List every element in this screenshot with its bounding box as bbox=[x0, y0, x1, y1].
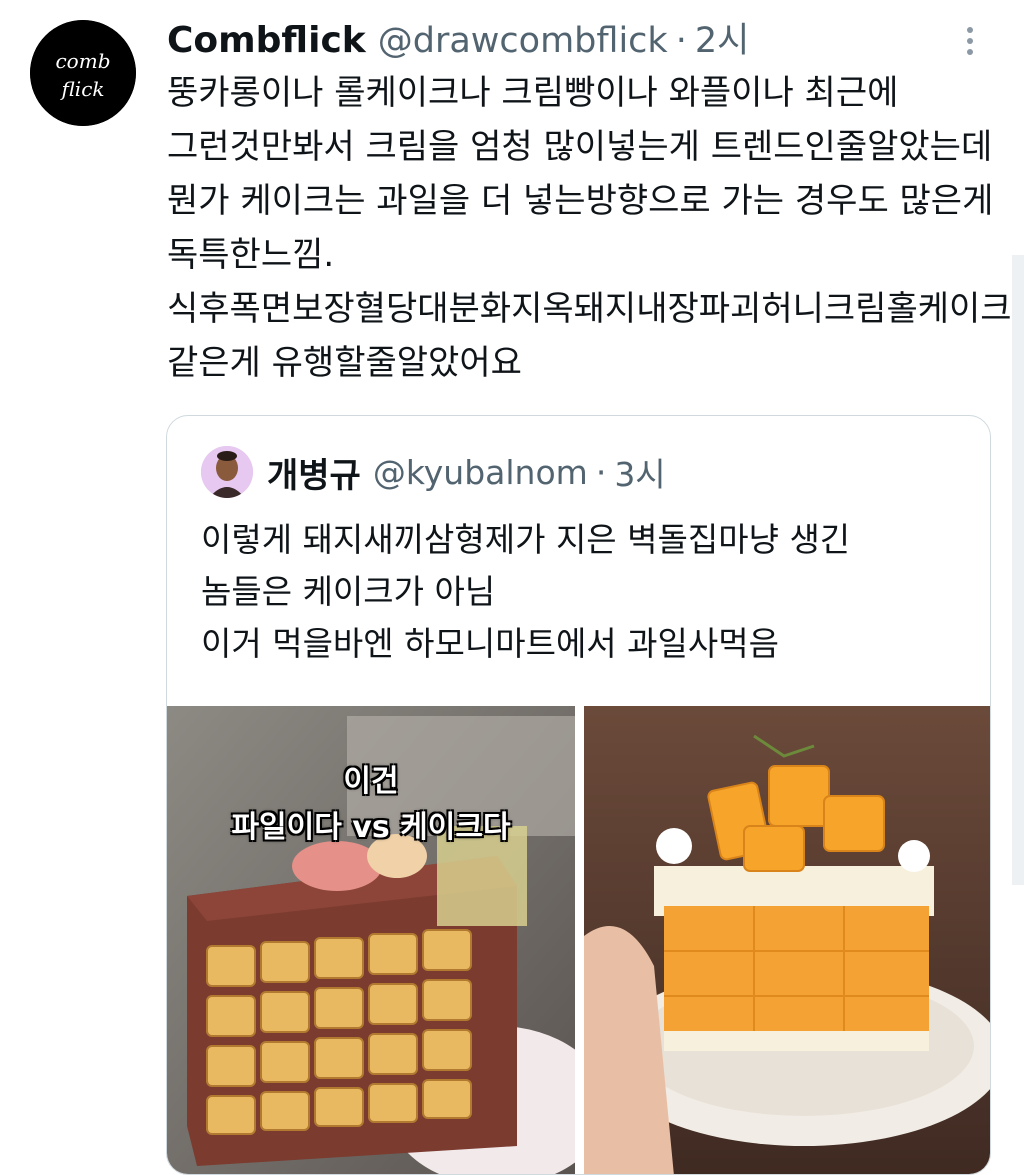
quoted-author-name[interactable]: 개병규 bbox=[267, 448, 361, 497]
mango-cake-image bbox=[584, 706, 990, 1174]
cake-image-right[interactable] bbox=[584, 706, 990, 1174]
separator-dot: · bbox=[675, 21, 687, 61]
quoted-line: 이거 먹을바엔 하모니마트에서 과일사먹음 bbox=[201, 624, 779, 663]
more-dot-3 bbox=[967, 49, 973, 55]
tweet-line: 뚱카롱이나 롤케이크나 크림빵이나 와플이나 최근에 bbox=[167, 73, 899, 113]
author-name[interactable]: Combflick bbox=[167, 20, 366, 61]
tweet-line: 독특한느낌. bbox=[167, 235, 335, 275]
quoted-author-avatar[interactable] bbox=[201, 446, 253, 498]
image-caption-line2: 파일이다 vs 케이크다 bbox=[231, 810, 511, 845]
quoted-author-handle[interactable]: @kyubalnom bbox=[373, 453, 588, 492]
quoted-header: 개병규 @kyubalnom · 3시 bbox=[267, 446, 666, 498]
tweet-line: 식후폭면보장혈당대분화지옥돼지내장파괴허니크림홀케이크 bbox=[167, 289, 1012, 329]
scrollbar-track[interactable] bbox=[1012, 255, 1024, 885]
author-handle[interactable]: @drawcombflick bbox=[378, 21, 668, 61]
person-avatar-icon bbox=[201, 446, 253, 498]
tweet-line: 뭔가 케이크는 과일을 더 넣는방향으로 가는 경우도 많은게 bbox=[167, 181, 994, 221]
separator-dot: · bbox=[595, 452, 607, 492]
tweet-header: Combflick @drawcombflick · 2시 bbox=[167, 12, 749, 64]
tweet-time[interactable]: 2시 bbox=[695, 12, 749, 63]
avatar-text-1: comb bbox=[55, 49, 110, 73]
quoted-body: 이렇게 돼지새끼삼형제가 지은 벽돌집마냥 생긴 놈들은 케이크가 아님 이거 … bbox=[201, 514, 850, 670]
avatar-text-2: flick bbox=[59, 77, 104, 101]
image-caption-line1: 이건 bbox=[343, 764, 399, 799]
tweet-body: 뚱카롱이나 롤케이크나 크림빵이나 와플이나 최근에 그런것만봐서 크림을 엄청… bbox=[167, 66, 1012, 390]
quoted-time[interactable]: 3시 bbox=[614, 448, 665, 496]
quoted-line: 놈들은 케이크가 아님 bbox=[201, 572, 496, 611]
tweet-line: 그런것만봐서 크림을 엄청 많이넣는게 트렌드인줄알았는데 bbox=[167, 127, 993, 167]
more-options-button[interactable] bbox=[958, 24, 982, 60]
author-avatar[interactable]: comb flick bbox=[30, 20, 136, 126]
cake-image-left[interactable]: 이건 파일이다 vs 케이크다 bbox=[167, 706, 575, 1174]
tweet-line: 같은게 유행할줄알았어요 bbox=[167, 343, 522, 383]
more-vertical-icon bbox=[967, 27, 973, 33]
quoted-line: 이렇게 돼지새끼삼형제가 지은 벽돌집마냥 생긴 bbox=[201, 520, 851, 559]
quoted-tweet[interactable]: 개병규 @kyubalnom · 3시 이렇게 돼지새끼삼형제가 지은 벽돌집마… bbox=[166, 415, 991, 1175]
more-dot-2 bbox=[967, 38, 973, 44]
avatar-logo-icon: comb flick bbox=[30, 20, 136, 126]
